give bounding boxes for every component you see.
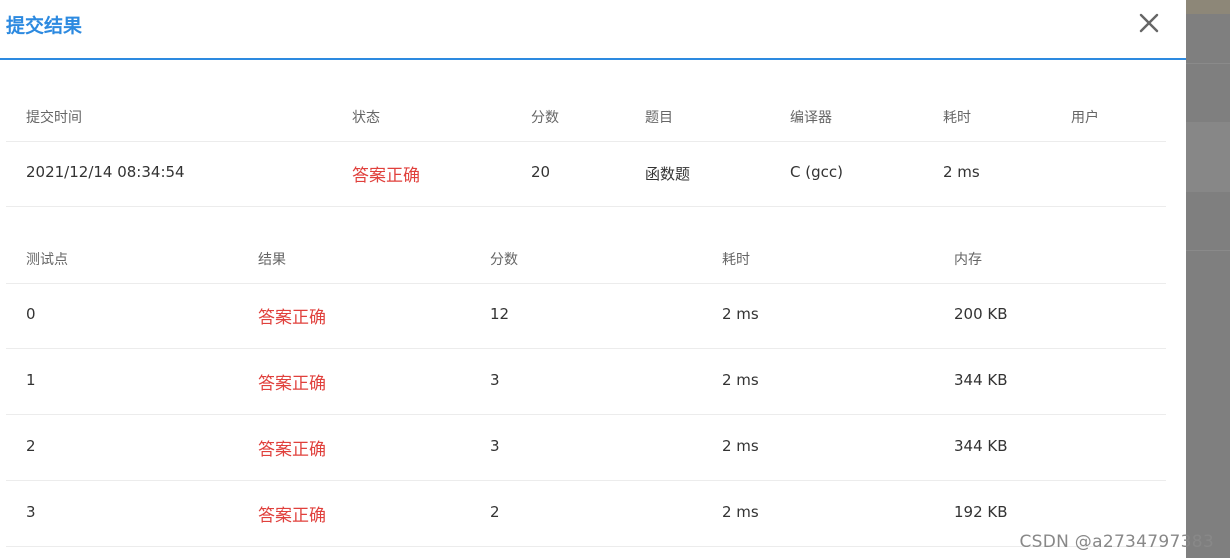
testcase-row: 3 答案正确 2 2 ms 192 KB	[6, 481, 1166, 547]
test-memory: 344 KB	[954, 371, 1008, 389]
backdrop-divider	[1186, 250, 1230, 251]
test-result: 答案正确	[258, 374, 326, 394]
test-duration: 2 ms	[722, 503, 759, 521]
test-result: 答案正确	[258, 506, 326, 526]
test-score: 2	[490, 503, 500, 521]
submission-result-dialog: 提交结果 提交时间 状态 分数 题目 编译器 耗时 用户 2021/12/14 …	[0, 0, 1186, 558]
test-duration: 2 ms	[722, 437, 759, 455]
problem-type: 函数题	[645, 165, 691, 183]
test-duration: 2 ms	[722, 305, 759, 323]
header-status: 状态	[352, 110, 380, 126]
test-point: 3	[26, 503, 36, 521]
test-point: 2	[26, 437, 36, 455]
test-memory: 200 KB	[954, 305, 1008, 323]
close-button[interactable]	[1136, 10, 1162, 36]
test-memory: 344 KB	[954, 437, 1008, 455]
testcase-row: 2 答案正确 3 2 ms 344 KB	[6, 415, 1166, 481]
header-score: 分数	[531, 110, 559, 126]
test-score: 3	[490, 437, 500, 455]
compiler: C (gcc)	[790, 163, 843, 181]
header-result: 结果	[258, 252, 286, 268]
header-testcase-duration: 耗时	[722, 252, 750, 268]
testcase-row: 0 答案正确 12 2 ms 200 KB	[6, 283, 1166, 349]
submission-status: 答案正确	[352, 166, 420, 186]
backdrop-strip	[1186, 122, 1230, 192]
header-test-point: 测试点	[26, 252, 68, 268]
dialog-title: 提交结果	[6, 15, 83, 37]
test-score: 12	[490, 305, 510, 323]
submission-table-header: 提交时间 状态 分数 题目 编译器 耗时 用户	[6, 91, 1166, 142]
page-backdrop	[1186, 0, 1230, 558]
submit-time: 2021/12/14 08:34:54	[26, 163, 185, 181]
close-icon	[1139, 13, 1159, 33]
header-memory: 内存	[954, 252, 982, 268]
header-submit-time: 提交时间	[26, 110, 82, 126]
test-duration: 2 ms	[722, 371, 759, 389]
watermark: CSDN @a2734797383	[1019, 532, 1214, 552]
test-result: 答案正确	[258, 440, 326, 460]
submission-row: 2021/12/14 08:34:54 答案正确 20 函数题 C (gcc) …	[6, 141, 1166, 207]
backdrop-divider	[1186, 63, 1230, 64]
header-compiler: 编译器	[790, 110, 832, 126]
header-user: 用户	[1071, 110, 1099, 126]
submission-score: 20	[531, 163, 551, 181]
test-point: 0	[26, 305, 36, 323]
testcase-row: 1 答案正确 3 2 ms 344 KB	[6, 349, 1166, 415]
test-score: 3	[490, 371, 500, 389]
test-point: 1	[26, 371, 36, 389]
dialog-header: 提交结果	[0, 0, 1186, 60]
backdrop-strip	[1186, 0, 1230, 14]
testcase-table-header: 测试点 结果 分数 耗时 内存	[6, 233, 1166, 284]
test-memory: 192 KB	[954, 503, 1008, 521]
submission-duration: 2 ms	[943, 163, 980, 181]
test-result: 答案正确	[258, 308, 326, 328]
header-testcase-score: 分数	[490, 252, 518, 268]
header-duration: 耗时	[943, 110, 971, 126]
header-problem: 题目	[645, 110, 673, 126]
